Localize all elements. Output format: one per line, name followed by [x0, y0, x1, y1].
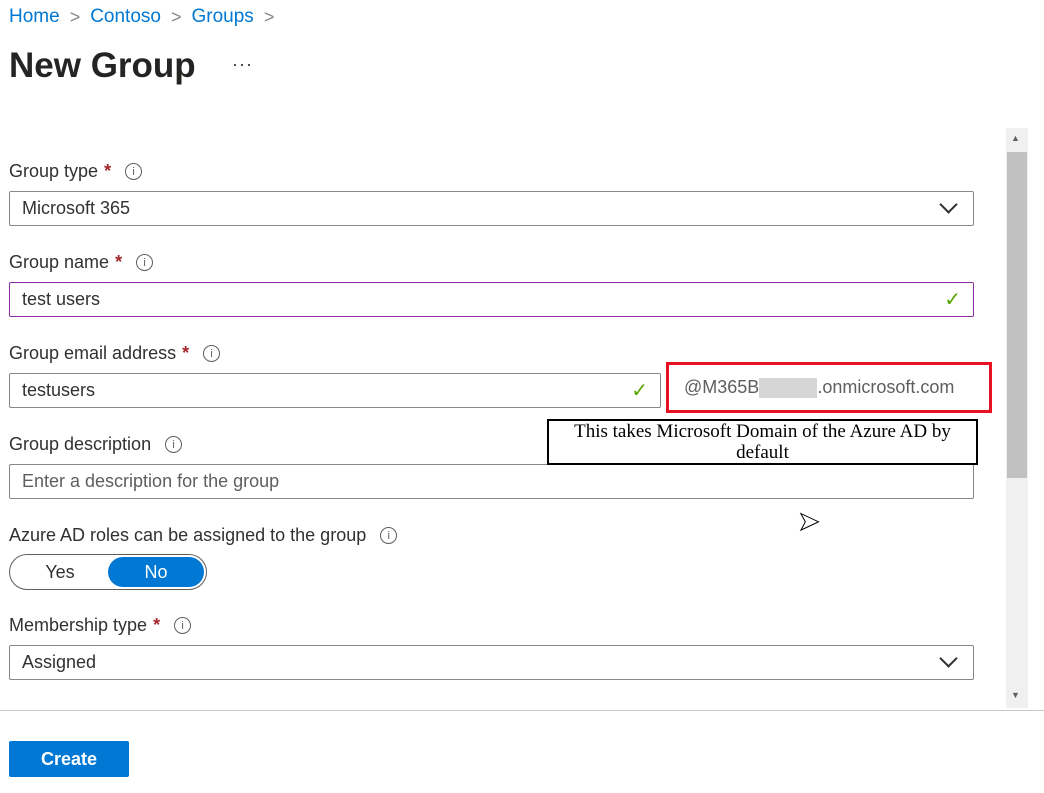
- info-icon[interactable]: i: [125, 163, 143, 180]
- checkmark-icon: ✓: [631, 380, 648, 402]
- group-name-input[interactable]: test users ✓: [9, 282, 974, 317]
- group-description-input[interactable]: Enter a description for the group: [9, 464, 974, 499]
- info-icon[interactable]: i: [165, 436, 183, 453]
- group-email-label: Group email address * i: [9, 343, 221, 364]
- page-title: New Group: [9, 46, 196, 85]
- required-marker: *: [182, 343, 190, 363]
- scrollbar-thumb[interactable]: [1007, 152, 1027, 478]
- info-icon[interactable]: i: [136, 254, 154, 271]
- cursor-icon: ➤: [798, 506, 821, 537]
- label-text: Azure AD roles can be assigned to the gr…: [9, 525, 367, 545]
- breadcrumb: Home > Contoso > Groups >: [9, 6, 274, 28]
- chevron-down-icon: [939, 649, 958, 668]
- dropdown-value: Assigned: [22, 652, 97, 672]
- label-text: Group description: [9, 434, 152, 454]
- dropdown-value: Microsoft 365: [22, 198, 131, 218]
- scroll-down-icon[interactable]: ▼: [1011, 690, 1020, 700]
- divider: [0, 710, 1044, 711]
- chevron-right-icon: >: [263, 6, 275, 27]
- input-value: testusers: [22, 380, 96, 400]
- more-options-icon[interactable]: ···: [232, 54, 253, 75]
- group-description-label: Group description i: [9, 434, 183, 455]
- redacted-block: [759, 377, 818, 398]
- scroll-up-icon[interactable]: ▲: [1011, 133, 1020, 143]
- info-icon[interactable]: i: [174, 617, 192, 634]
- group-name-label: Group name * i: [9, 252, 154, 273]
- toggle-yes[interactable]: Yes: [12, 562, 108, 583]
- annotation-callout: This takes Microsoft Domain of the Azure…: [547, 419, 978, 465]
- label-text: Group email address: [9, 343, 177, 363]
- info-icon[interactable]: i: [380, 527, 398, 544]
- required-marker: *: [153, 615, 161, 635]
- membership-type-label: Membership type * i: [9, 615, 192, 636]
- breadcrumb-groups[interactable]: Groups: [192, 6, 254, 28]
- azure-roles-label: Azure AD roles can be assigned to the gr…: [9, 525, 398, 546]
- label-text: Membership type: [9, 615, 148, 635]
- domain-suffix: .onmicrosoft.com: [817, 377, 955, 397]
- placeholder: Enter a description for the group: [22, 471, 280, 491]
- domain-prefix: @M365B: [684, 377, 760, 397]
- azure-roles-toggle[interactable]: Yes No: [9, 554, 207, 590]
- toggle-no[interactable]: No: [108, 557, 204, 587]
- label-text: Group name: [9, 252, 110, 272]
- email-domain: @M365B .onmicrosoft.com: [666, 362, 992, 413]
- input-value: test users: [22, 289, 101, 309]
- chevron-right-icon: >: [69, 6, 81, 27]
- chevron-down-icon: [939, 195, 958, 214]
- checkmark-icon: ✓: [944, 289, 961, 311]
- breadcrumb-contoso[interactable]: Contoso: [90, 6, 161, 28]
- info-icon[interactable]: i: [203, 345, 221, 362]
- chevron-right-icon: >: [170, 6, 182, 27]
- create-button[interactable]: Create: [9, 741, 129, 777]
- group-email-input[interactable]: testusers ✓: [9, 373, 661, 408]
- breadcrumb-home[interactable]: Home: [9, 6, 60, 28]
- group-type-label: Group type * i: [9, 161, 143, 182]
- group-type-dropdown[interactable]: Microsoft 365: [9, 191, 974, 226]
- label-text: Group type: [9, 161, 99, 181]
- required-marker: *: [115, 252, 123, 272]
- membership-type-dropdown[interactable]: Assigned: [9, 645, 974, 680]
- required-marker: *: [104, 161, 112, 181]
